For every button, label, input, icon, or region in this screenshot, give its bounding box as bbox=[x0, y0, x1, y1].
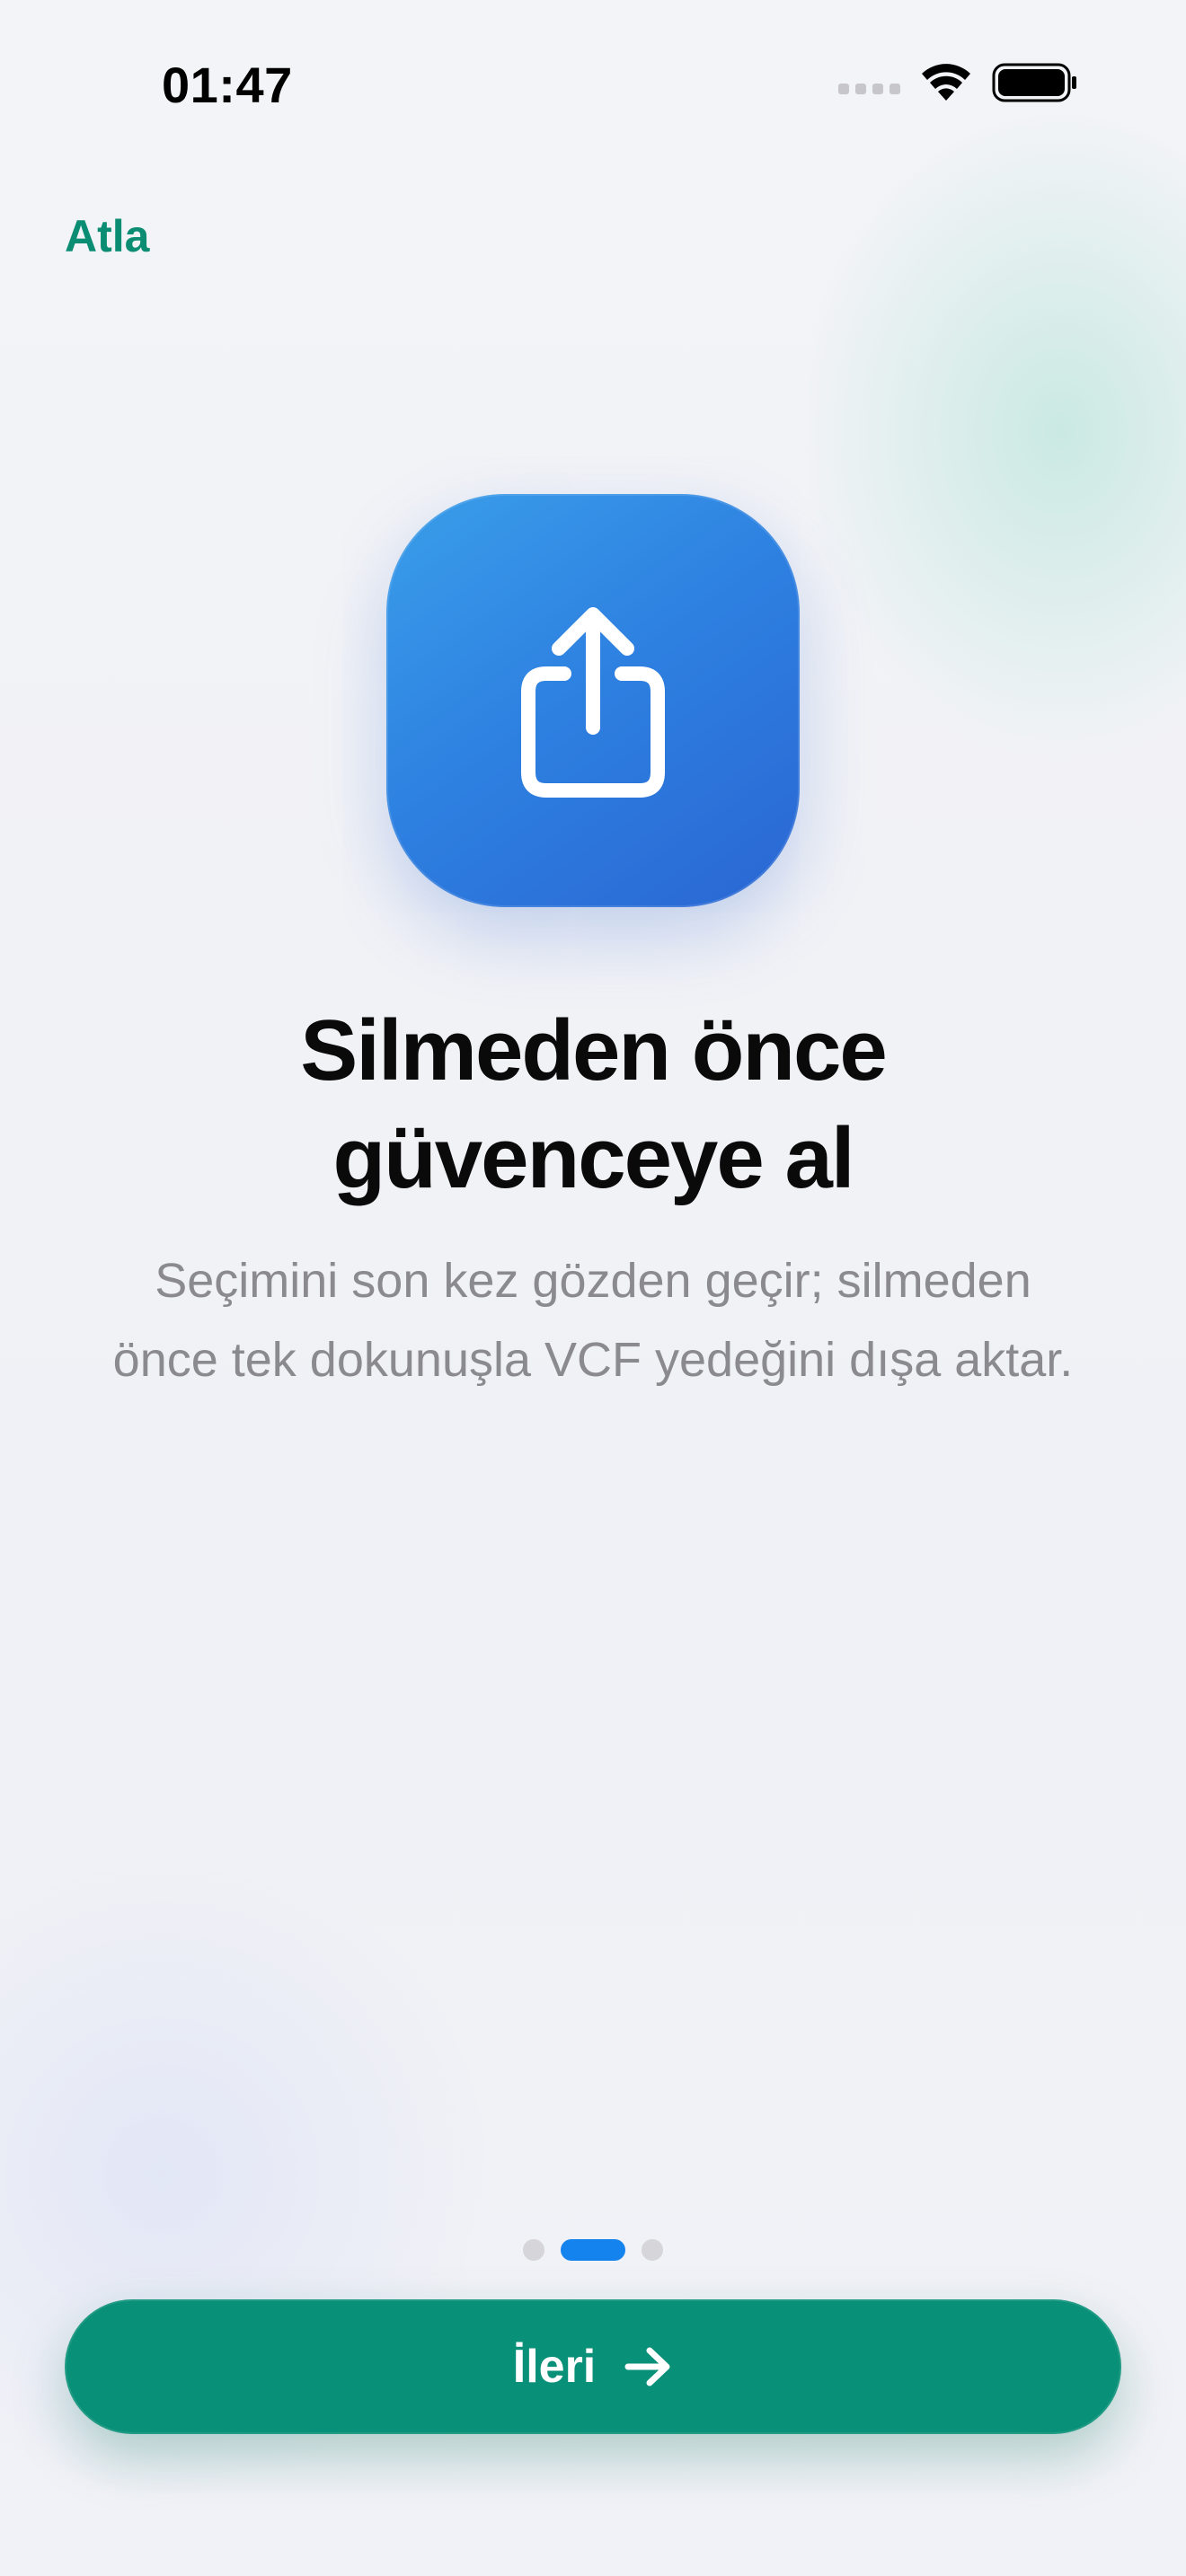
slide-title-line-2: güvenceye al bbox=[332, 1110, 855, 1206]
hero-icon-tile bbox=[386, 494, 800, 907]
status-time: 01:47 bbox=[162, 57, 293, 113]
next-button-label: İleri bbox=[512, 2341, 597, 2393]
share-export-icon bbox=[521, 607, 665, 798]
battery-icon bbox=[992, 63, 1076, 102]
slide-title: Silmeden önce güvenceye al bbox=[0, 997, 1186, 1213]
page-dot-3[interactable] bbox=[642, 2239, 663, 2261]
page-indicator bbox=[0, 2239, 1186, 2261]
page-dot-1[interactable] bbox=[523, 2239, 544, 2261]
wifi-icon bbox=[922, 64, 970, 101]
status-icons bbox=[838, 63, 1078, 102]
slide-title-line-1: Silmeden önce bbox=[300, 1002, 888, 1098]
cellular-signal-icon bbox=[838, 71, 900, 94]
skip-button[interactable]: Atla bbox=[65, 210, 149, 262]
slide-description: Seçimini son kez gözden geçir; silmeden … bbox=[112, 1254, 1074, 1387]
arrow-right-icon bbox=[624, 2347, 670, 2386]
next-button[interactable]: İleri bbox=[65, 2299, 1121, 2434]
page-dot-2-active[interactable] bbox=[561, 2239, 625, 2261]
